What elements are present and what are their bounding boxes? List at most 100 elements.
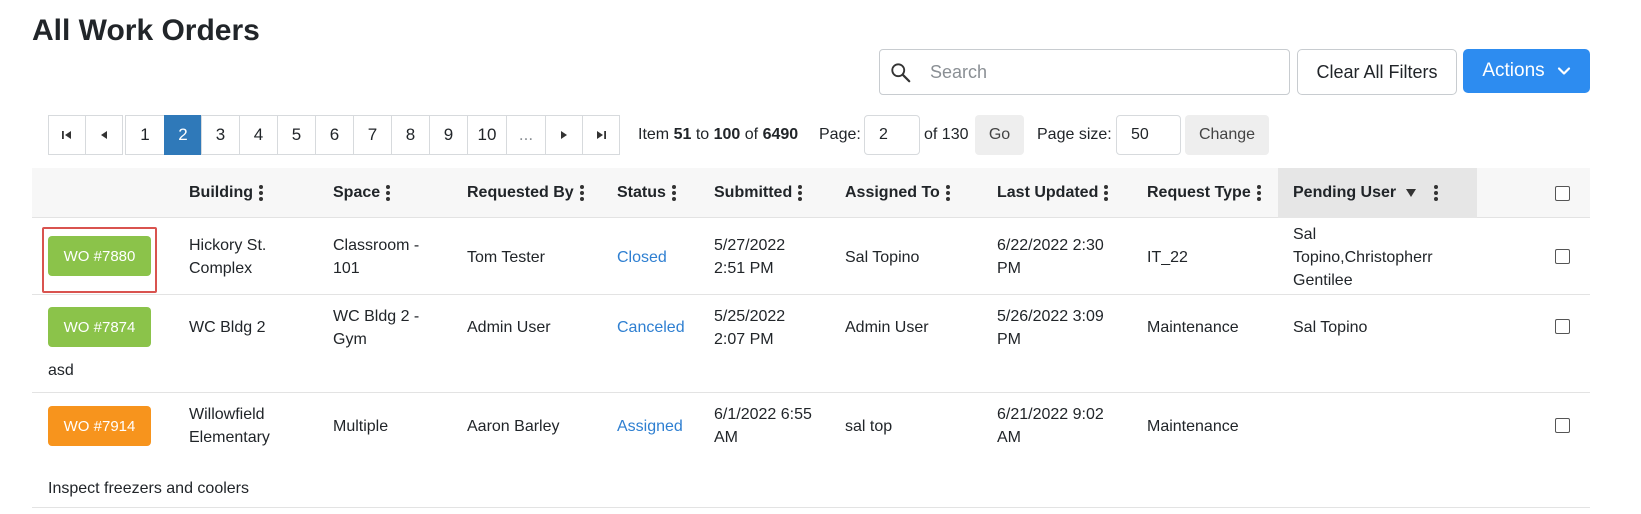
page-link-4[interactable]: 4 [239, 115, 278, 155]
column-menu-icon[interactable] [798, 185, 803, 201]
submitted-cell: 5/27/2022 2:51 PM [714, 237, 786, 277]
total-items: 6490 [762, 126, 799, 143]
table-row: WO #7914 Willowfield Elementary Multiple… [32, 393, 1590, 508]
table-header: Building Space Requested By Status Submi… [32, 168, 1590, 218]
column-menu-icon[interactable] [386, 185, 391, 201]
actions-dropdown-button[interactable]: Actions [1463, 49, 1590, 93]
column-menu-icon[interactable] [579, 185, 584, 201]
page-count: of 130 [924, 126, 969, 143]
column-menu-icon[interactable] [945, 185, 950, 201]
search-input[interactable] [928, 58, 1278, 86]
column-header-last-updated[interactable]: Last Updated [997, 168, 1109, 218]
sort-descending-icon [1406, 189, 1417, 197]
column-label: Pending User [1293, 184, 1397, 201]
space-cell: Classroom - 101 [333, 237, 420, 277]
prev-page-icon [101, 131, 107, 139]
column-label: Assigned To [845, 184, 940, 201]
column-header-pending-user[interactable]: Pending User [1278, 168, 1477, 218]
search-box[interactable] [879, 49, 1290, 95]
row-select-cell [1555, 417, 1570, 440]
page-link-1[interactable]: 1 [125, 115, 165, 155]
column-header-status[interactable]: Status [617, 168, 676, 218]
request-type-cell: Maintenance [1147, 319, 1239, 336]
column-label: Status [617, 184, 666, 201]
column-menu-icon[interactable] [671, 185, 676, 201]
column-header-space[interactable]: Space [333, 168, 391, 218]
row-select-cell [1555, 318, 1570, 341]
range-start: 51 [673, 126, 692, 143]
column-menu-icon[interactable] [1434, 185, 1439, 201]
last-updated-cell: 6/22/2022 2:30 PM [997, 237, 1104, 277]
pending-user-cell: Sal Topino,Christopherr Gentilee [1293, 226, 1433, 289]
actions-label: Actions [1482, 60, 1545, 81]
page-label: Page: [819, 126, 861, 143]
pagination-info: Item 51 to 100 of 6490 [638, 126, 798, 144]
status-link[interactable]: Assigned [617, 415, 683, 438]
space-cell: WC Bldg 2 - Gym [333, 308, 420, 348]
column-header-submitted[interactable]: Submitted [714, 168, 803, 218]
column-label: Request Type [1147, 184, 1251, 201]
page-link-7[interactable]: 7 [353, 115, 392, 155]
page-number-input[interactable] [864, 115, 920, 155]
page-link-5[interactable]: 5 [277, 115, 316, 155]
submitted-cell: 5/25/2022 2:07 PM [714, 308, 786, 348]
prev-page-button[interactable] [85, 115, 123, 155]
range-end: 100 [713, 126, 741, 143]
row-checkbox[interactable] [1555, 249, 1570, 264]
space-cell: Multiple [333, 418, 389, 435]
column-menu-icon[interactable] [1256, 185, 1261, 201]
last-updated-cell: 5/26/2022 3:09 PM [997, 308, 1104, 348]
range-to: to [695, 126, 710, 143]
requested-by-cell: Aaron Barley [467, 418, 560, 435]
search-icon [891, 63, 911, 83]
go-button[interactable]: Go [975, 115, 1024, 155]
page-link-more[interactable]: ... [506, 115, 546, 155]
row-checkbox[interactable] [1555, 319, 1570, 334]
next-page-button[interactable] [545, 115, 583, 155]
last-page-button[interactable] [582, 115, 620, 155]
change-page-size-button[interactable]: Change [1185, 115, 1269, 155]
page-link-10[interactable]: 10 [467, 115, 507, 155]
row-checkbox[interactable] [1555, 418, 1570, 433]
building-cell: WC Bldg 2 [189, 319, 266, 336]
table-row: WO #7874 WC Bldg 2 WC Bldg 2 - Gym Admin… [32, 295, 1590, 393]
column-label: Last Updated [997, 184, 1099, 201]
submitted-cell: 6/1/2022 6:55 AM [714, 406, 812, 446]
first-page-icon [62, 131, 71, 139]
column-label: Building [189, 184, 253, 201]
page-link-2[interactable]: 2 [164, 115, 202, 155]
column-header-building[interactable]: Building [189, 168, 263, 218]
assigned-to-cell: sal top [845, 418, 893, 435]
page-link-9[interactable]: 9 [429, 115, 468, 155]
work-orders-table: Building Space Requested By Status Submi… [32, 168, 1590, 508]
info-prefix: Item [638, 126, 670, 143]
page-title: All Work Orders [32, 14, 260, 47]
column-header-request-type[interactable]: Request Type [1147, 168, 1261, 218]
column-label: Space [333, 184, 381, 201]
assigned-to-cell: Sal Topino [845, 249, 920, 266]
building-cell: Willowfield Elementary [189, 406, 270, 446]
status-link[interactable]: Closed [617, 246, 667, 269]
work-order-button[interactable]: WO #7880 [48, 236, 151, 276]
work-order-button[interactable]: WO #7914 [48, 406, 151, 446]
pending-user-cell: Sal Topino [1293, 319, 1368, 336]
page-size-input[interactable] [1116, 115, 1181, 155]
first-page-button[interactable] [48, 115, 86, 155]
status-link[interactable]: Canceled [617, 316, 685, 339]
select-all-checkbox[interactable] [1555, 185, 1570, 201]
column-label: Requested By [467, 184, 574, 201]
building-cell: Hickory St. Complex [189, 237, 267, 277]
column-header-assigned-to[interactable]: Assigned To [845, 168, 950, 218]
row-select-cell [1555, 248, 1570, 271]
page-link-8[interactable]: 8 [391, 115, 430, 155]
pagination: 1 2 3 4 5 6 7 8 9 10 ... [48, 115, 620, 155]
column-header-requested-by[interactable]: Requested By [467, 168, 584, 218]
requested-by-cell: Admin User [467, 319, 551, 336]
column-menu-icon[interactable] [1104, 185, 1109, 201]
work-order-button[interactable]: WO #7874 [48, 307, 151, 347]
range-of: of [744, 126, 759, 143]
page-link-6[interactable]: 6 [315, 115, 354, 155]
column-menu-icon[interactable] [258, 185, 263, 201]
clear-all-filters-button[interactable]: Clear All Filters [1297, 49, 1457, 95]
page-link-3[interactable]: 3 [201, 115, 240, 155]
